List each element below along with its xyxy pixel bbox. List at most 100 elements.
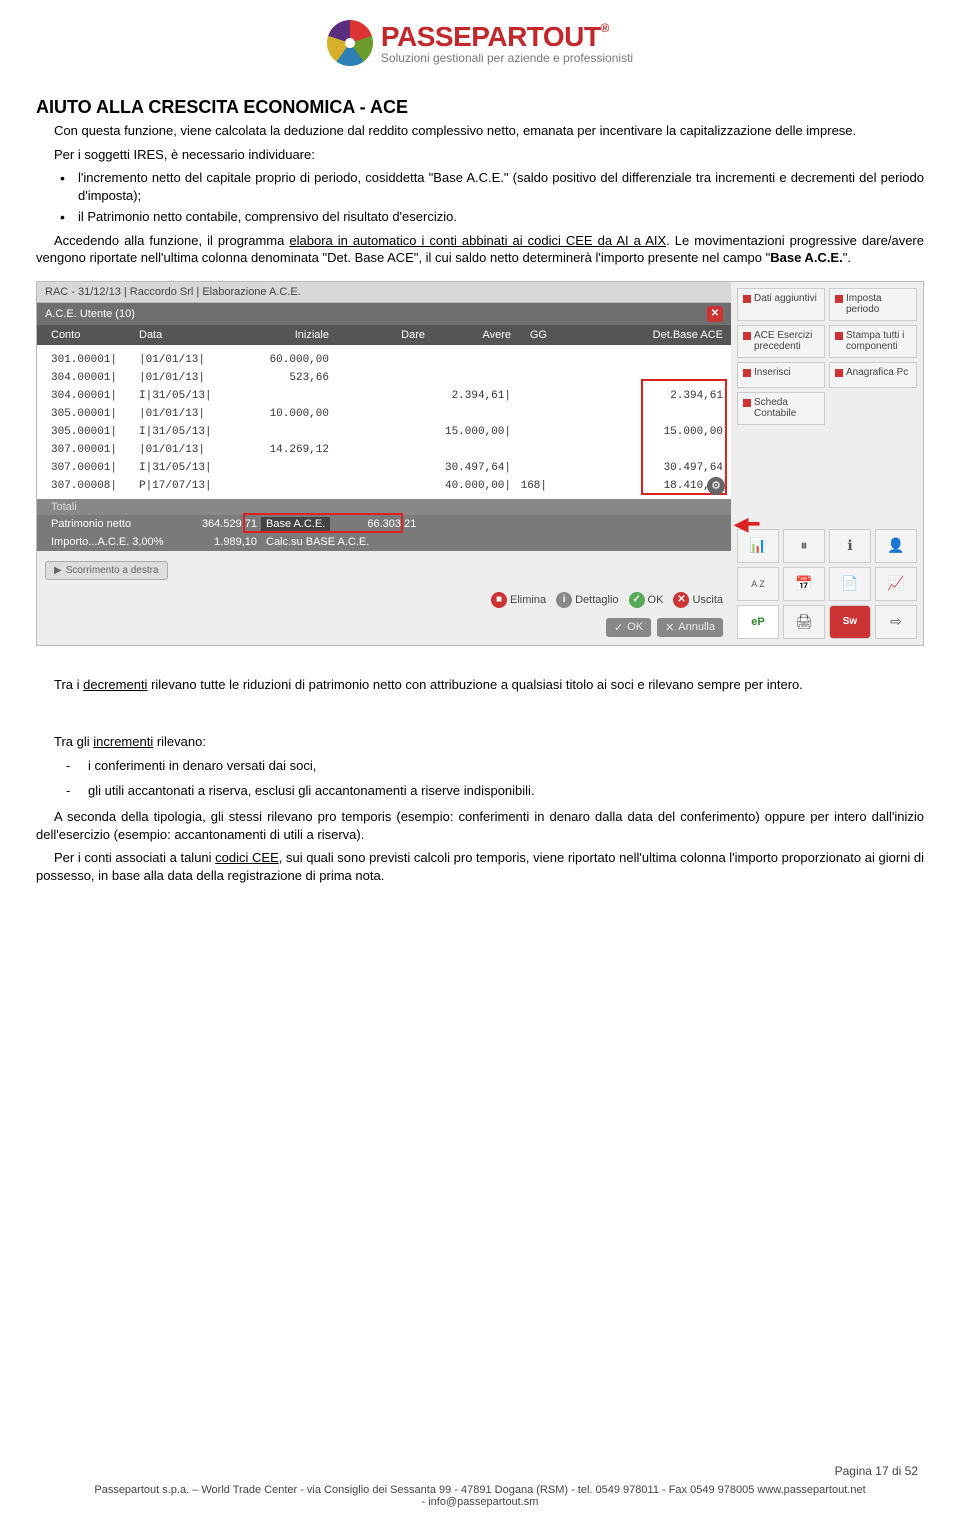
col-header-dare: Dare [329, 329, 425, 341]
summary-label: Importo...A.C.E. 3,00% [51, 536, 171, 548]
page-footer: Pagina 17 di 52 Passepartout s.p.a. – Wo… [0, 1464, 960, 1508]
arrow-left-icon: ◀━ [734, 514, 759, 535]
square-icon [835, 332, 843, 340]
chevron-right-icon: ▶ [54, 565, 62, 576]
action-bar: ■Elimina iDettaglio ✓OK ✕Uscita [37, 586, 731, 614]
logo-tagline: Soluzioni gestionali per aziende e profe… [381, 51, 633, 65]
side-button[interactable]: Anagrafica Pc [829, 362, 917, 388]
brand-header: PASSEPARTOUT® Soluzioni gestionali per a… [36, 20, 924, 69]
summary-row-patrimonio: Patrimonio netto 364.529,71 Base A.C.E. … [37, 515, 731, 533]
paragraph-decrementi: Tra i decrementi rilevano tutte le riduz… [36, 676, 924, 694]
summary-value-base: 66.303,21 [330, 518, 416, 530]
check-icon: ✓ [614, 621, 623, 634]
app-titlebar: RAC - 31/12/13 | Raccordo Srl | Elaboraz… [37, 282, 731, 303]
tool-sw-icon[interactable]: Sw [829, 605, 871, 639]
col-header-data: Data [139, 329, 221, 341]
summary-label-calc: Calc.su BASE A.C.E. [261, 535, 374, 549]
check-icon: ✓ [629, 592, 645, 608]
gear-icon[interactable]: ⚙ [707, 477, 725, 495]
square-icon [835, 295, 843, 303]
table-header: Conto Data Iniziale Dare Avere GG Det.Ba… [37, 325, 731, 345]
summary-label: Patrimonio netto [51, 518, 171, 530]
table-row[interactable]: 304.00001||01/01/13|523,66 [51, 369, 723, 387]
paragraph-intro: Con questa funzione, viene calcolata la … [36, 122, 924, 140]
app-subtitle-bar: A.C.E. Utente (10) ✕ [37, 303, 731, 325]
footer-line-2: - info@passepartout.sm [36, 1496, 924, 1508]
col-header-iniziale: Iniziale [221, 329, 329, 341]
tool-info-icon[interactable]: ℹ [829, 529, 871, 563]
summary-value: 364.529,71 [171, 518, 257, 530]
table-row[interactable]: 307.00001||01/01/13|14.269,12 [51, 441, 723, 459]
tool-sort-icon[interactable]: A Z [737, 567, 779, 601]
logo-name: PASSEPARTOUT® [381, 21, 633, 53]
page-number: Pagina 17 di 52 [36, 1464, 924, 1478]
paragraph-incrementi: Tra gli incrementi rilevano: [36, 733, 924, 751]
tool-doc-icon[interactable]: 📄 [829, 567, 871, 601]
square-icon [743, 399, 751, 407]
table-row[interactable]: 304.00001|I|31/05/13|2.394,61|2.394,61 [51, 387, 723, 405]
dash-item: i conferimenti in denaro versati dai soc… [88, 757, 924, 775]
bullet-item: il Patrimonio netto contabile, comprensi… [78, 208, 924, 226]
dash-item: gli utili accantonati a riserva, esclusi… [88, 782, 924, 800]
col-header-conto: Conto [51, 329, 139, 341]
tool-grid: 📊 ⏸ ℹ 👤 A Z 📅 📄 📈 eP 🖨 Sw ⇨ [737, 529, 917, 639]
tool-calendar-icon[interactable]: 📅 [783, 567, 825, 601]
side-button[interactable]: Imposta periodo [829, 288, 917, 321]
footer-line-1: Passepartout s.p.a. – World Trade Center… [36, 1484, 924, 1496]
tool-printer-icon[interactable]: 🖨 [783, 605, 825, 639]
dettaglio-button[interactable]: iDettaglio [556, 592, 618, 608]
uscita-button[interactable]: ✕Uscita [673, 592, 723, 608]
totals-bar: Totali [37, 499, 731, 515]
close-icon[interactable]: ✕ [707, 306, 723, 322]
side-button[interactable]: Inserisci [737, 362, 825, 388]
col-header-avere: Avere [425, 329, 511, 341]
side-button[interactable]: Stampa tutti i componenti [829, 325, 917, 358]
delete-icon: ■ [491, 592, 507, 608]
bullet-item: l'incremento netto del capitale proprio … [78, 169, 924, 204]
scroll-right-button[interactable]: ▶ Scorrimento a destra [45, 561, 168, 580]
col-header-det: Det.Base ACE [547, 329, 723, 341]
side-button[interactable]: Scheda Contabile [737, 392, 825, 425]
tool-graph-icon[interactable]: 📈 [875, 567, 917, 601]
cancel-icon: ✕ [665, 621, 674, 634]
dash-list: i conferimenti in denaro versati dai soc… [36, 757, 924, 800]
table-row[interactable]: 301.00001||01/01/13|60.000,00 [51, 351, 723, 369]
side-button[interactable]: ACE Esercizi precedenti [737, 325, 825, 358]
paragraph-ires: Per i soggetti IRES, è necessario indivi… [36, 146, 924, 164]
paragraph-access: Accedendo alla funzione, il programma el… [36, 232, 924, 267]
table-row[interactable]: 305.00001||01/01/13|10.000,00 [51, 405, 723, 423]
tool-ep-icon[interactable]: eP [737, 605, 779, 639]
app-subtitle-text: A.C.E. Utente (10) [45, 308, 135, 320]
summary-label-base: Base A.C.E. [261, 517, 330, 531]
table-row[interactable]: 305.00001|I|31/05/13|15.000,00|15.000,00 [51, 423, 723, 441]
square-icon [743, 332, 751, 340]
tool-pause-icon[interactable]: ⏸ [783, 529, 825, 563]
summary-value: 1.989,10 [171, 536, 257, 548]
annulla-button[interactable]: ✕Annulla [657, 618, 723, 637]
ok-button[interactable]: ✓OK [629, 592, 664, 608]
elimina-button[interactable]: ■Elimina [491, 592, 546, 608]
bullet-list-1: l'incremento netto del capitale proprio … [36, 169, 924, 226]
summary-row-importo: Importo...A.C.E. 3,00% 1.989,10 Calc.su … [37, 533, 731, 551]
paragraph-tipologia: A seconda della tipologia, gli stessi ri… [36, 808, 924, 843]
bottom-bar: ✓OK ✕Annulla [37, 614, 731, 645]
square-icon [835, 369, 843, 377]
table-row[interactable]: 307.00001|I|31/05/13|30.497,64|30.497,64 [51, 459, 723, 477]
logo-name-text: PASSEPARTOUT [381, 21, 601, 53]
table-body: 301.00001||01/01/13|60.000,00304.00001||… [37, 345, 731, 499]
paragraph-codici-cee: Per i conti associati a taluni codici CE… [36, 849, 924, 884]
square-icon [743, 369, 751, 377]
logo-reg: ® [601, 21, 609, 35]
logo-icon [327, 20, 373, 66]
side-panel: Dati aggiuntiviImposta periodoACE Eserci… [737, 282, 923, 645]
exit-icon: ✕ [673, 592, 689, 608]
col-header-gg: GG [511, 329, 547, 341]
side-button[interactable]: Dati aggiuntivi [737, 288, 825, 321]
detail-icon: i [556, 592, 572, 608]
tool-arrow-right-icon[interactable]: ⇨ [875, 605, 917, 639]
square-icon [743, 295, 751, 303]
ok-button-bottom[interactable]: ✓OK [606, 618, 651, 637]
table-row[interactable]: 307.00008|P|17/07/13|40.000,00|168|18.41… [51, 477, 723, 495]
tool-user-icon[interactable]: 👤 [875, 529, 917, 563]
app-screenshot: RAC - 31/12/13 | Raccordo Srl | Elaboraz… [36, 281, 924, 646]
